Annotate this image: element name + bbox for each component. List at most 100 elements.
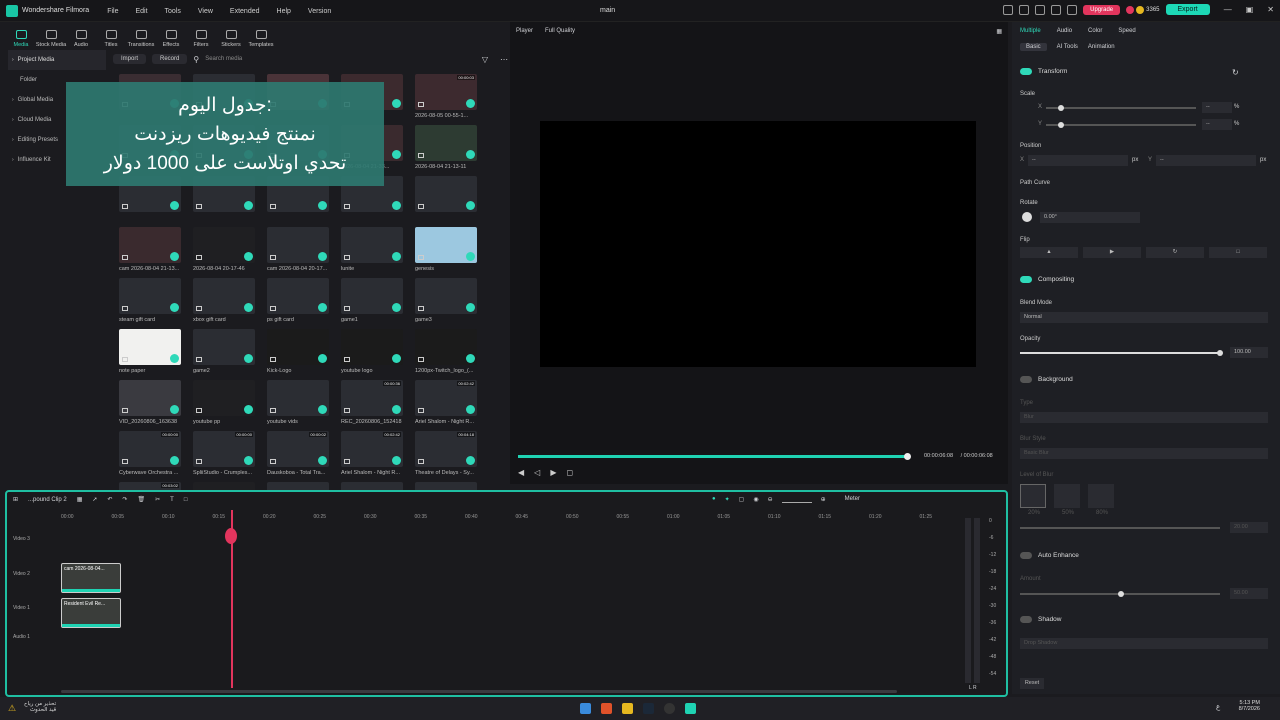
media-item[interactable]: note paper [119, 329, 181, 380]
browser-icon[interactable] [601, 703, 612, 714]
media-thumbnail[interactable] [193, 329, 255, 365]
crop-button[interactable]: □ [1209, 247, 1267, 258]
media-thumbnail[interactable]: 00:00:36 [341, 380, 403, 416]
zoom-out-icon[interactable]: ⊖ [768, 496, 773, 503]
blend-mode-select[interactable]: Normal [1020, 312, 1268, 323]
tool-transitions[interactable]: Transitions [128, 30, 154, 48]
time-ruler[interactable]: 00:00 00:05 00:10 00:15 00:20 00:25 00:30 00:35… [61, 514, 961, 528]
flip-horizontal-button[interactable]: ▲ [1020, 247, 1078, 258]
media-item[interactable]: game2 [193, 329, 255, 380]
playhead-handle[interactable] [225, 528, 237, 544]
tool-audio[interactable]: Audio [68, 30, 94, 48]
media-item[interactable]: ps gift card [267, 278, 329, 329]
blur-level-field[interactable]: 20.00 [1230, 522, 1268, 533]
media-item[interactable]: 00:04:18 Theatre of Delays - Sy... [415, 431, 477, 482]
filter-icon[interactable]: ▽ [482, 55, 488, 64]
redo-icon[interactable]: ↷ [122, 496, 127, 503]
media-thumbnail[interactable] [119, 380, 181, 416]
tool-filters[interactable]: Filters [188, 30, 214, 48]
search-input[interactable]: Search media [205, 56, 242, 62]
select-icon[interactable]: ➚ [92, 496, 97, 503]
menu-version[interactable]: Version [308, 8, 331, 15]
reverse-play-icon[interactable]: ◁ [534, 468, 540, 477]
opacity-slider[interactable] [1020, 352, 1220, 354]
background-section[interactable]: Background [1020, 376, 1073, 383]
mic-icon[interactable]: ◉ [753, 496, 758, 503]
close-icon[interactable]: ✕ [1267, 5, 1274, 14]
media-item[interactable]: youtube pp [193, 380, 255, 431]
menu-view[interactable]: View [198, 8, 213, 15]
position-y-field[interactable]: -- [1156, 155, 1256, 166]
tool-templates[interactable]: Templates [248, 30, 274, 48]
media-item[interactable] [415, 176, 477, 227]
more-icon[interactable]: ⋯ [500, 55, 508, 64]
media-item[interactable]: lunite [341, 227, 403, 278]
scale-y-slider[interactable] [1046, 124, 1196, 126]
menu-file[interactable]: File [107, 8, 118, 15]
media-player-icon[interactable] [664, 703, 675, 714]
render-icon[interactable]: ● [712, 496, 716, 503]
sidebar-item-project-media[interactable]: › Project Media [8, 50, 106, 70]
media-thumbnail[interactable]: 00:00:00 [193, 431, 255, 467]
tool-media[interactable]: Media [8, 30, 34, 48]
media-item[interactable]: game1 [341, 278, 403, 329]
scale-y-knob[interactable] [1058, 122, 1064, 128]
media-item[interactable]: Kick-Logo [267, 329, 329, 380]
media-thumbnail[interactable] [267, 380, 329, 416]
scale-y-field[interactable]: -- [1202, 119, 1232, 130]
credits-badge[interactable]: 3365 [1126, 5, 1160, 14]
marker-icon[interactable]: ▢ [739, 496, 745, 503]
compound-clip-name[interactable]: ...pound Clip 2 [28, 497, 67, 503]
timeline-clip[interactable]: Resident Evil Re... [61, 598, 121, 628]
opacity-field[interactable]: 100.00 [1230, 347, 1268, 358]
tool-effects[interactable]: Effects [158, 30, 184, 48]
media-item[interactable]: cam 2026-08-04 21-13... [119, 227, 181, 278]
auto-enhance-toggle[interactable] [1020, 552, 1032, 559]
export-button[interactable]: Export [1165, 4, 1210, 15]
media-item[interactable]: 00:02:42 Ariel Shalom - Night R... [341, 431, 403, 482]
media-thumbnail[interactable]: 00:02:42 [415, 380, 477, 416]
timeline-clip[interactable]: cam 2026-08-04... [61, 563, 121, 593]
media-thumbnail[interactable] [341, 278, 403, 314]
undo-icon[interactable]: ↶ [107, 496, 112, 503]
tool-stock-media[interactable]: Stock Media [36, 30, 66, 48]
tool-stickers[interactable]: Stickers [218, 30, 244, 48]
media-thumbnail[interactable]: 00:04:18 [415, 431, 477, 467]
compositing-section[interactable]: Compositing [1020, 276, 1074, 283]
media-item[interactable]: steam gift card [119, 278, 181, 329]
position-x-field[interactable]: -- [1028, 155, 1128, 166]
subtab-basic[interactable]: Basic [1020, 43, 1047, 51]
maximize-icon[interactable]: ▣ [1246, 5, 1254, 14]
tab-speed[interactable]: Speed [1118, 28, 1135, 34]
media-item[interactable]: VID_20260806_163638 [119, 380, 181, 431]
shadow-toggle[interactable] [1020, 616, 1032, 623]
save-icon[interactable] [1035, 4, 1046, 15]
prev-frame-icon[interactable]: ◀ [518, 468, 524, 477]
menu-tools[interactable]: Tools [165, 8, 181, 15]
media-item[interactable]: 2026-08-04 21-13-11 [415, 125, 477, 176]
scale-x-field[interactable]: -- [1202, 102, 1232, 113]
subtab-ai-tools[interactable]: AI Tools [1057, 44, 1078, 50]
import-button[interactable]: Import [113, 54, 147, 64]
reset-button[interactable]: Reset [1020, 678, 1044, 689]
media-thumbnail[interactable] [193, 278, 255, 314]
background-toggle[interactable] [1020, 376, 1032, 383]
media-item[interactable]: xbox gift card [193, 278, 255, 329]
media-thumbnail[interactable] [415, 227, 477, 263]
zoom-in-icon[interactable]: ⊕ [821, 496, 826, 503]
snap-icon[interactable]: ✦ [725, 496, 730, 503]
steam-icon[interactable] [643, 703, 654, 714]
opacity-knob[interactable] [1217, 350, 1223, 356]
text-icon[interactable]: T [170, 497, 174, 503]
blur-level-50[interactable] [1054, 484, 1080, 508]
weather-widget[interactable]: تحذير من رياح قيد الحدوث [24, 701, 56, 713]
scrubber-knob[interactable] [904, 453, 911, 460]
compositing-toggle[interactable] [1020, 276, 1032, 283]
media-thumbnail[interactable] [341, 227, 403, 263]
media-thumbnail[interactable] [341, 329, 403, 365]
tab-audio[interactable]: Audio [1057, 28, 1072, 34]
menu-help[interactable]: Help [277, 8, 291, 15]
meter-label[interactable]: Meter [845, 496, 860, 503]
minimize-icon[interactable]: — [1224, 5, 1232, 14]
transform-toggle[interactable] [1020, 68, 1032, 75]
